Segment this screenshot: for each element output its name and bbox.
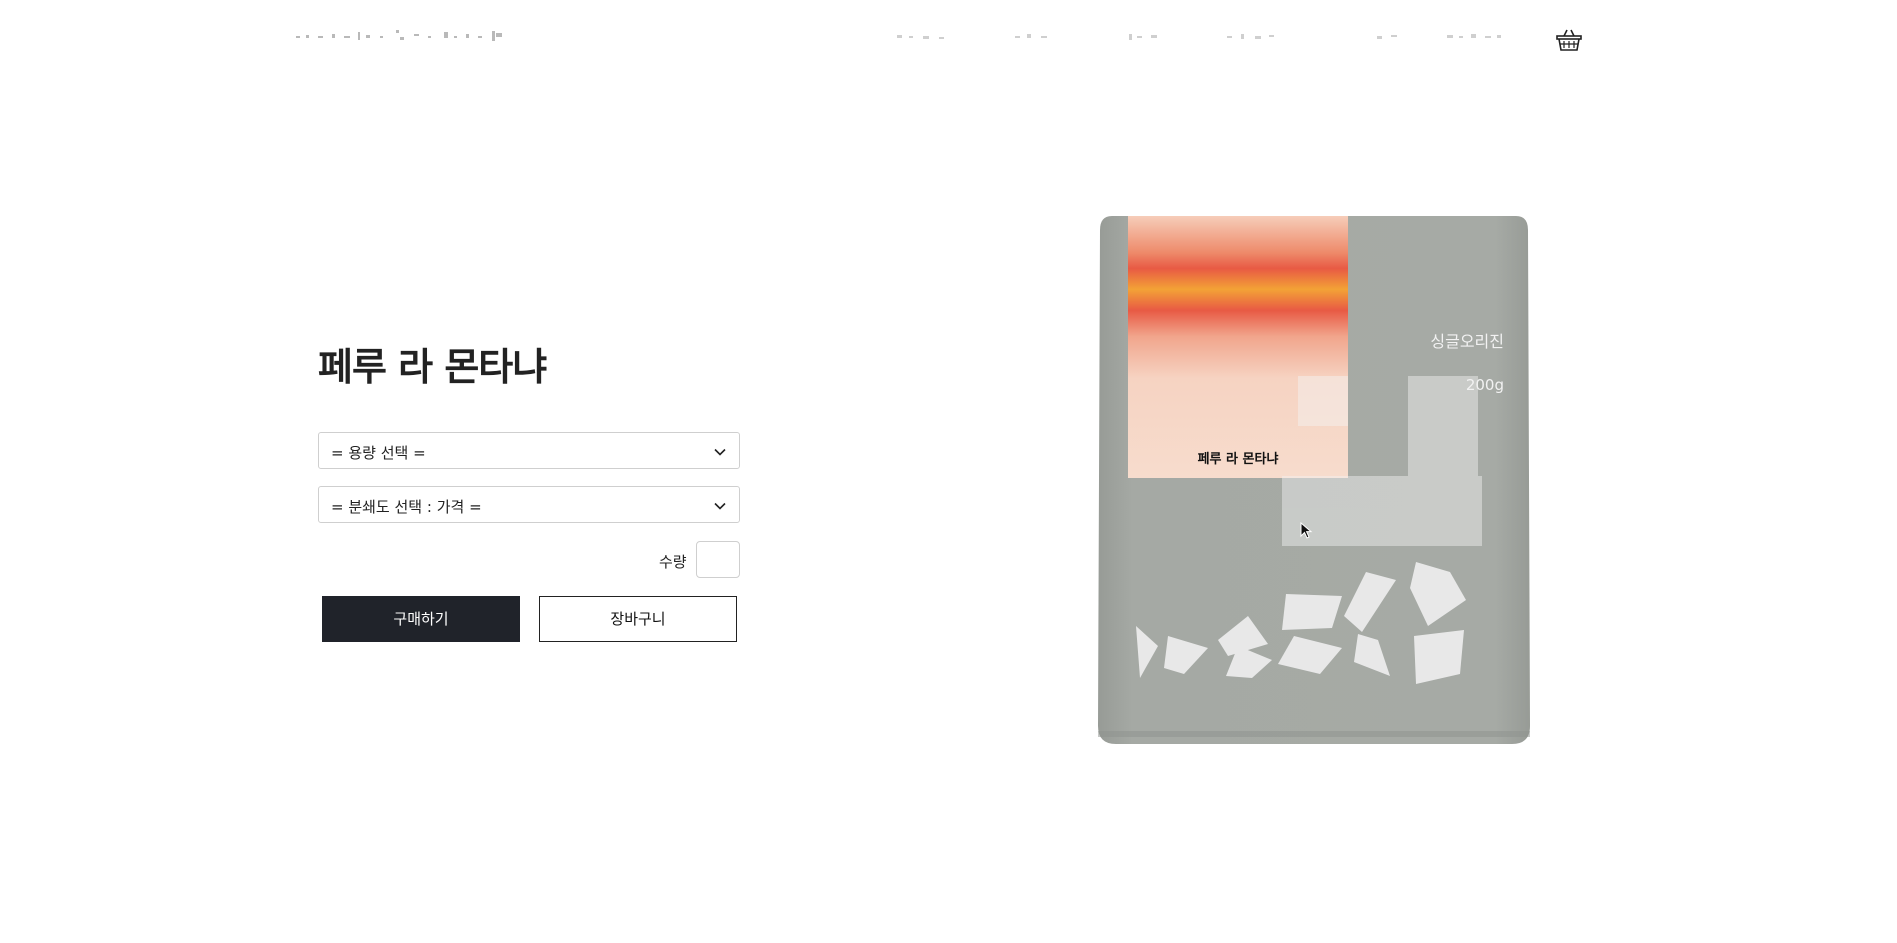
grind-select-value: = 분쇄도 선택 : 가격 = [331,498,482,516]
grind-select[interactable]: = 분쇄도 선택 : 가격 = [318,486,740,523]
main-nav [895,26,1505,48]
chevron-down-icon [714,502,726,510]
nav-item-6[interactable] [1445,32,1505,42]
product-title: 페루 라 몬타냐 [318,345,547,389]
site-header [0,0,1897,80]
bag-brand: 싱글오리진 [1430,332,1504,351]
nav-item-2[interactable] [1013,32,1053,42]
chevron-down-icon [714,448,726,456]
buy-button[interactable]: 구매하기 [322,596,520,642]
capacity-select-value: = 용량 선택 = [331,444,426,462]
nav-item-4[interactable] [1225,32,1281,42]
basket-icon[interactable] [1556,28,1582,52]
quantity-label: 수량 [659,553,687,571]
nav-item-5[interactable] [1375,32,1405,42]
capacity-select[interactable]: = 용량 선택 = [318,432,740,469]
nav-item-3[interactable] [1127,32,1167,42]
site-logo[interactable] [296,28,511,46]
mouse-cursor [1300,522,1313,539]
add-to-cart-button[interactable]: 장바구니 [539,596,737,642]
nav-item-1[interactable] [895,32,949,42]
product-image: 페루 라 몬타냐 싱글오리진 200g [1098,216,1530,744]
bag-label-name: 페루 라 몬타냐 [1198,451,1279,467]
quantity-input[interactable] [696,541,740,578]
bag-label [1128,216,1348,478]
